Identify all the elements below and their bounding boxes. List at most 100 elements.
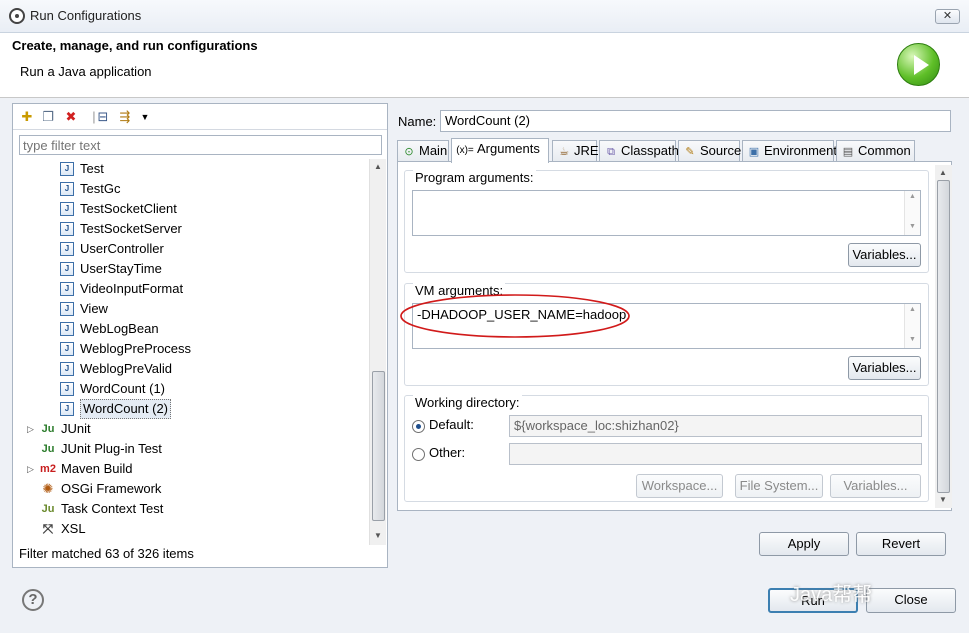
tree-item-label: XSL [61,521,86,536]
tree-item[interactable]: J View [13,299,369,319]
tree-item-label: WeblogPreProcess [80,341,192,356]
java-icon: J [60,182,74,196]
tree-item-label: Maven Build [61,461,133,476]
tree-item-label: OSGi Framework [61,481,162,496]
junit-plugin-icon: Ju [41,443,55,455]
other-radio[interactable] [412,448,425,461]
working-directory-label: Working directory: [413,395,522,410]
tree-item[interactable]: ⤧ XSL [13,519,369,539]
tree-scrollbar[interactable]: ▲ ▼ [369,159,386,545]
tab-classpath[interactable]: ⧉ Classpath [599,140,679,162]
apply-button[interactable]: Apply [759,532,849,556]
duplicate-icon[interactable]: ❐ [40,109,56,125]
content-scrollbar[interactable]: ▲ ▼ [935,165,952,508]
new-configuration-icon[interactable]: ✚ [19,109,35,125]
tree-item[interactable]: J WordCount (1) [13,379,369,399]
tree-item[interactable]: J UserStayTime [13,259,369,279]
tab-environment[interactable]: ▣ Environment [742,140,837,162]
junit-icon: Ju [41,423,55,435]
help-icon[interactable]: ? [22,589,44,611]
scroll-down-icon[interactable]: ▼ [909,223,916,230]
working-directory-group: Working directory: Default: ${workspace_… [404,395,929,502]
revert-button[interactable]: Revert [856,532,946,556]
tree-item[interactable]: J WebLogBean [13,319,369,339]
default-radio[interactable] [412,420,425,433]
tree-item[interactable]: J TestGc [13,179,369,199]
close-button[interactable]: Close [866,588,956,613]
java-icon: J [60,202,74,216]
close-window-button[interactable]: ✕ [935,9,960,24]
name-field[interactable]: WordCount (2) [440,110,951,132]
tree-item[interactable]: ▷ Ju JUnit [13,419,369,439]
chevron-down-icon[interactable]: ▼ [137,109,153,125]
arguments-icon: (x)= [456,145,474,156]
configuration-tree: J Test J TestGc J TestSocketClient J TestSocket… [13,159,369,544]
xsl-icon: ⤧ [42,521,54,536]
tree-item[interactable]: ▷ m2 Maven Build [13,459,369,479]
tree-item-label: UserStayTime [80,261,162,276]
jre-icon: ☕ [559,146,569,158]
scroll-up-icon[interactable]: ▲ [909,193,916,200]
tree-item[interactable]: J WeblogPreProcess [13,339,369,359]
tree-item-label: WordCount (1) [80,381,166,396]
tab-common[interactable]: ▤ Common [836,140,915,162]
workdir-variables-button[interactable]: Variables... [830,474,921,498]
tab-main[interactable]: ⊙ Main [397,140,449,162]
tree-item-label: Task Context Test [61,501,164,516]
scroll-down-icon[interactable]: ▼ [374,531,382,540]
filter-icon[interactable]: ⇶ [117,109,133,125]
tree-item[interactable]: ✺ OSGi Framework [13,479,369,499]
other-directory-field[interactable] [509,443,922,465]
java-icon: J [60,282,74,296]
delete-icon[interactable]: ✖ [63,109,79,125]
tab-source[interactable]: ✎ Source [678,140,741,162]
tree-item-label: View [80,301,108,316]
tree-item[interactable]: J Test [13,159,369,179]
tab-jre[interactable]: ☕ JRE [552,140,599,162]
tree-item[interactable]: Ju Task Context Test [13,499,369,519]
tree-item-label: WeblogPreValid [80,361,173,376]
classpath-icon: ⧉ [607,146,615,158]
expand-icon[interactable]: ▷ [27,419,35,439]
java-icon: J [60,342,74,356]
java-icon: J [60,322,74,336]
vm-variables-button[interactable]: Variables... [848,356,921,380]
tree-item-label: VideoInputFormat [80,281,184,296]
scroll-up-icon[interactable]: ▲ [909,306,916,313]
expand-icon[interactable]: ▷ [27,459,35,479]
default-directory-field: ${workspace_loc:shizhan02} [509,415,922,437]
program-variables-button[interactable]: Variables... [848,243,921,267]
dialog-header: Create, manage, and run configurations R… [0,33,969,98]
tree-item[interactable]: J TestSocketServer [13,219,369,239]
collapse-all-icon[interactable]: ⊟ [95,109,111,125]
program-arguments-input[interactable]: ▲ ▼ [412,190,921,236]
tree-item[interactable]: J UserController [13,239,369,259]
program-arguments-label: Program arguments: [413,170,536,185]
vm-args-scrollbar[interactable]: ▲ ▼ [904,304,920,348]
scroll-down-icon[interactable]: ▼ [909,336,916,343]
title-bar: Run Configurations ✕ [0,0,969,33]
workspace-button[interactable]: Workspace... [636,474,723,498]
tree-item[interactable]: J WordCount (2) [13,399,369,419]
filter-status: Filter matched 63 of 326 items [19,546,194,561]
scroll-thumb[interactable] [937,180,950,493]
tree-item[interactable]: J TestSocketClient [13,199,369,219]
tab-arguments[interactable]: (x)= Arguments [451,138,549,163]
tree-item-label: WordCount (2) [80,399,172,419]
dialog-title: Create, manage, and run configurations [12,38,258,53]
configurations-toolbar: ✚ ❐ ✖ | ⊟ ⇶ ▼ [13,104,387,130]
scroll-thumb[interactable] [372,371,385,521]
scroll-up-icon[interactable]: ▲ [939,168,947,177]
filter-input[interactable] [19,135,382,155]
watermark: Java帮帮 [790,584,873,606]
program-args-scrollbar[interactable]: ▲ ▼ [904,191,920,235]
tree-item[interactable]: J VideoInputFormat [13,279,369,299]
file-system-button[interactable]: File System... [735,474,823,498]
scroll-up-icon[interactable]: ▲ [374,162,382,171]
environment-icon: ▣ [748,146,760,158]
tree-item[interactable]: Ju JUnit Plug-in Test [13,439,369,459]
program-arguments-group: Program arguments: ▲ ▼ Variables... [404,170,929,273]
scroll-down-icon[interactable]: ▼ [939,495,947,504]
highlight-ellipse-shape [400,294,630,338]
tree-item[interactable]: J WeblogPreValid [13,359,369,379]
